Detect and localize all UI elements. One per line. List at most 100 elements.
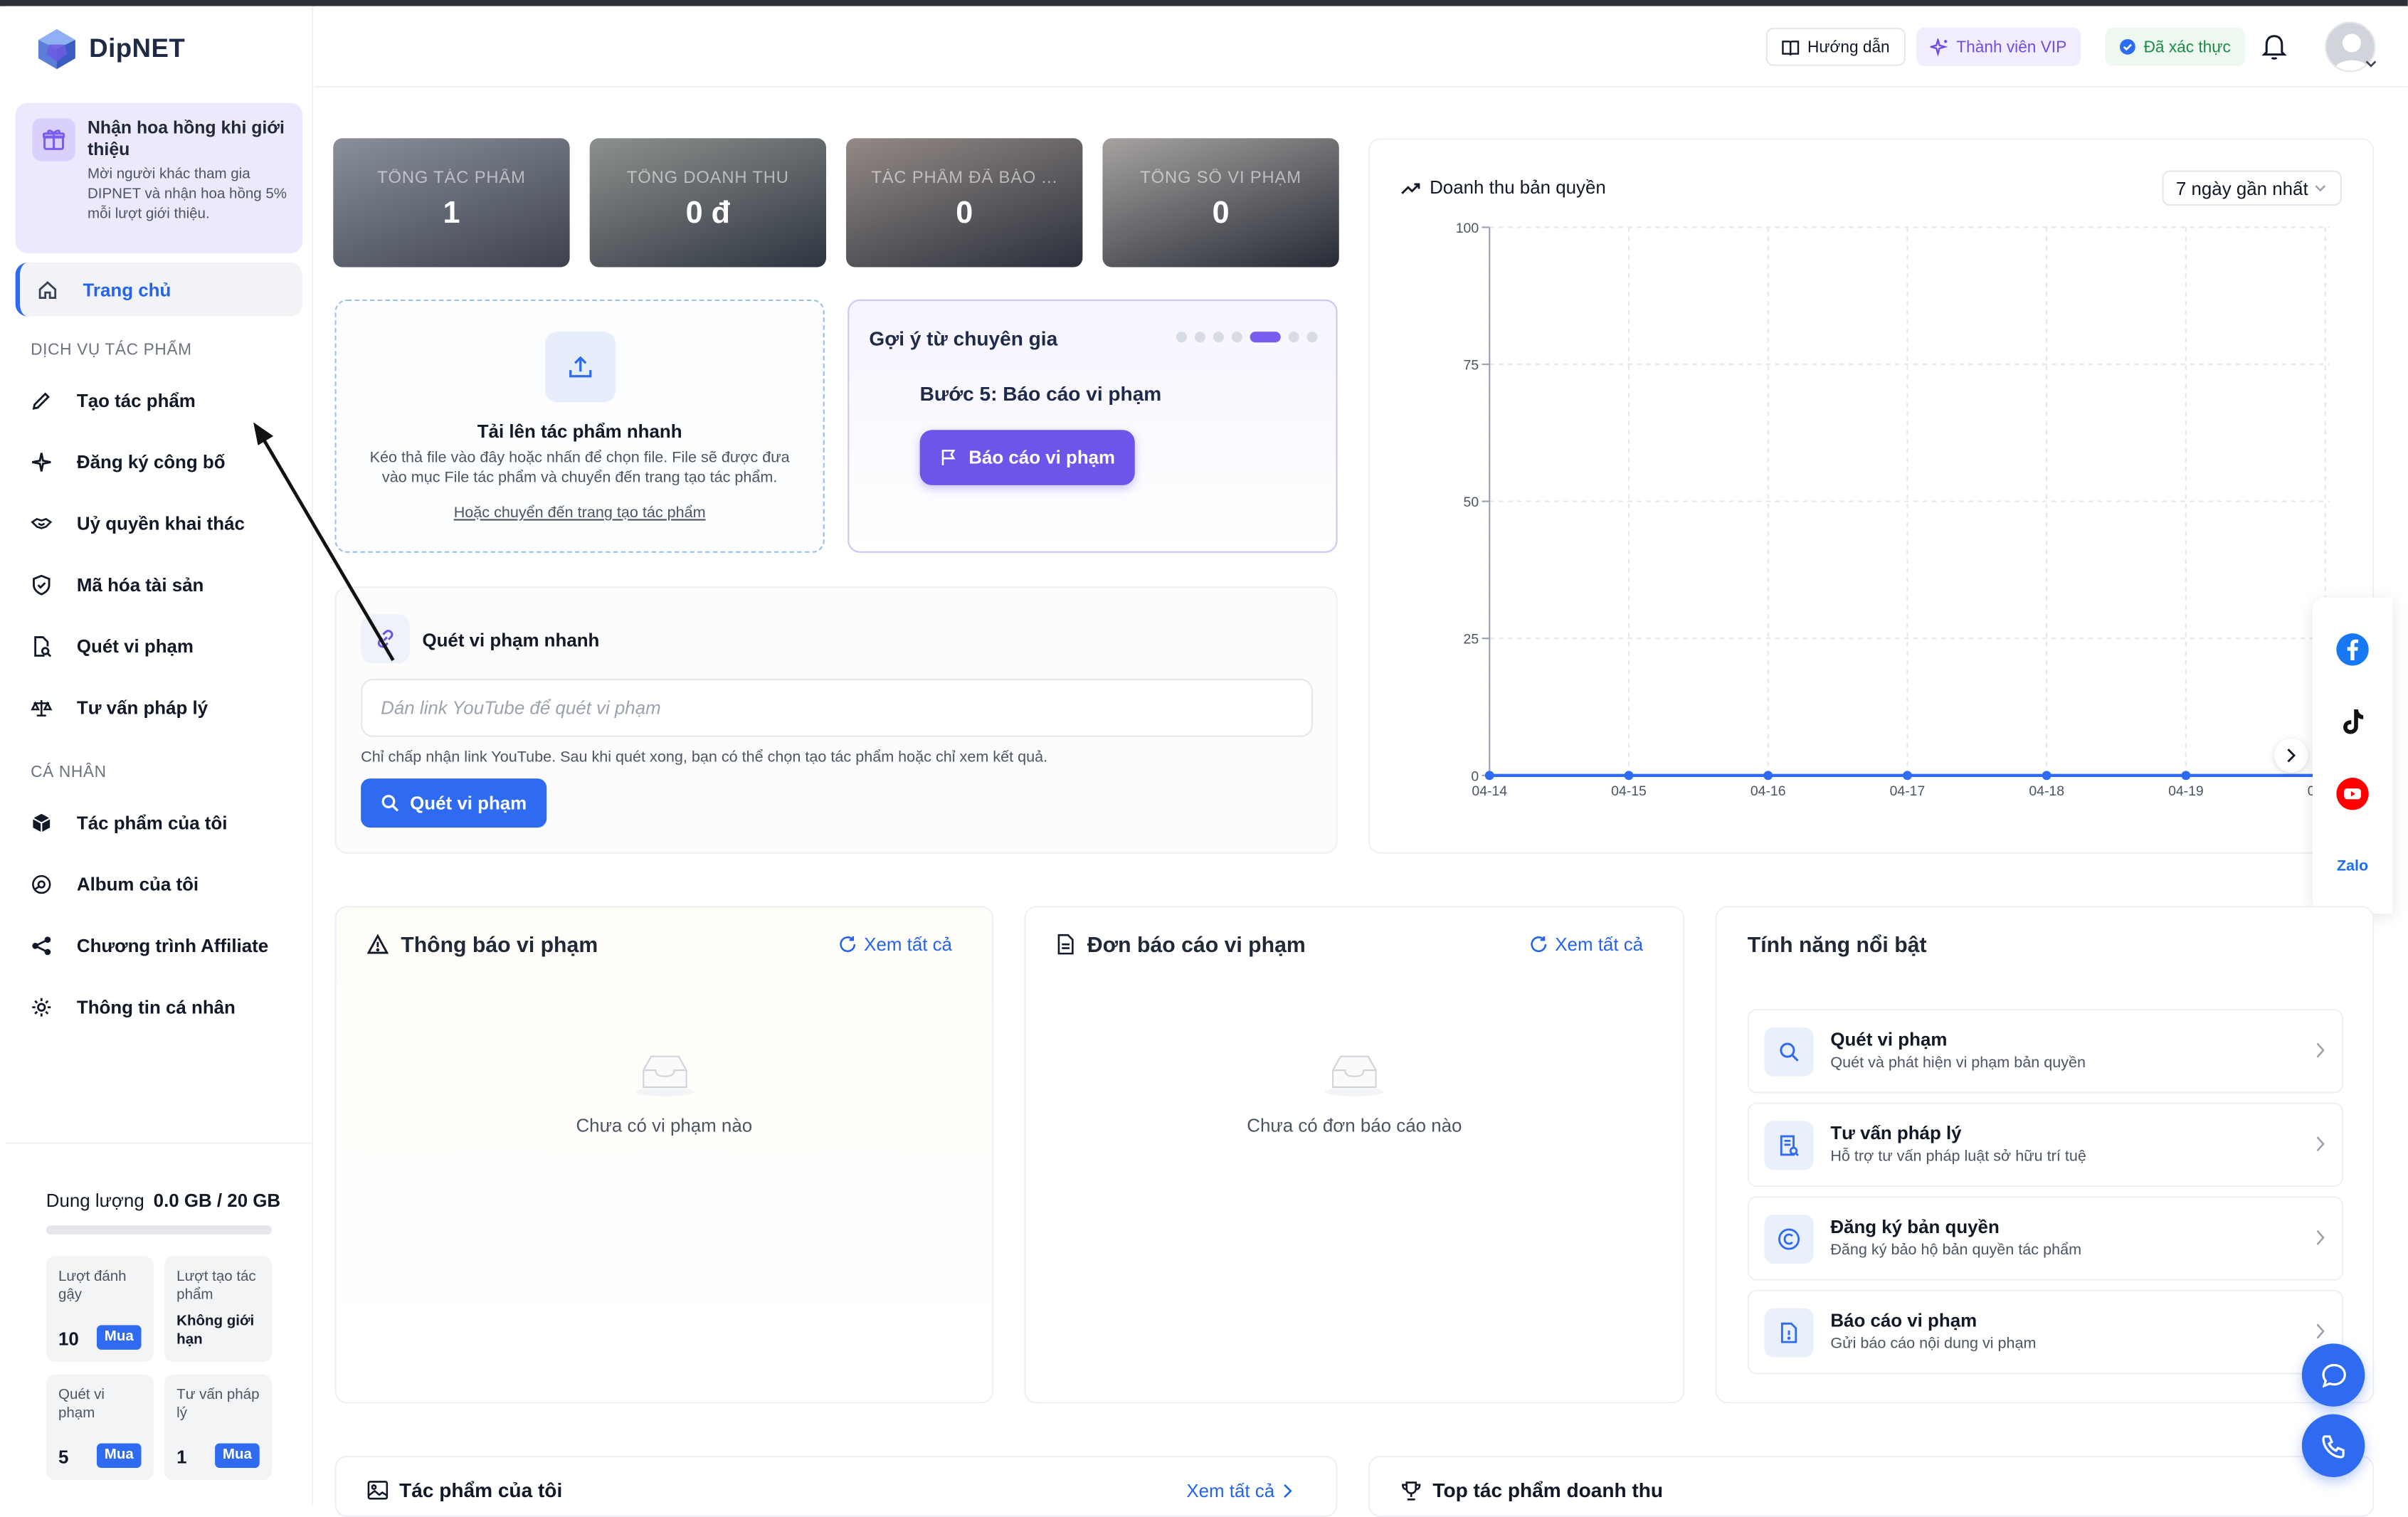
image-icon <box>367 1481 389 1500</box>
logo[interactable]: DipNET <box>37 28 185 70</box>
chart-next-button[interactable] <box>2274 738 2308 773</box>
stat-value: 0 <box>1212 196 1230 231</box>
verified-badge[interactable]: Đã xác thực <box>2105 27 2245 66</box>
my-works-view-all-link[interactable]: Xem tất cả <box>1186 1480 1293 1502</box>
expert-title: Gợi ý từ chuyên gia <box>869 327 1058 351</box>
search-icon <box>1764 1027 1814 1077</box>
revenue-line-chart: 0 25 50 75 100 04-14 04-15 04-16 04-17 04-18 04-19… <box>1456 221 2343 799</box>
feature-copyright-registration[interactable]: Đăng ký bản quyền Đăng ký bảo hộ bản quy… <box>1747 1196 2344 1281</box>
x-tick-label: 04-19 <box>2168 783 2204 799</box>
guide-label: Hướng dẫn <box>1807 37 1890 56</box>
stat-label: TỔNG TÁC PHẨM <box>377 169 526 188</box>
sidebar-item-scan-violation[interactable]: Quét vi phạm <box>31 625 292 667</box>
guide-button[interactable]: Hướng dẫn <box>1765 27 1906 66</box>
sidebar-item-home[interactable]: Trang chủ <box>15 263 303 317</box>
my-works-title: Tác phẩm của tôi <box>367 1479 562 1502</box>
expert-tips-card: Gợi ý từ chuyên gia Bước 5: Báo cáo vi p… <box>847 299 1338 553</box>
feature-title: Quét vi phạm <box>1830 1028 1948 1051</box>
violations-title: Thông báo vi phạm <box>366 932 598 956</box>
sidebar-item-my-album[interactable]: Album của tôi <box>31 863 292 906</box>
step-dot[interactable] <box>1288 332 1299 343</box>
chat-bubble-icon <box>2321 1363 2345 1388</box>
reports-empty-text: Chưa có đơn báo cáo nào <box>1247 1114 1462 1136</box>
feature-report-violation[interactable]: Báo cáo vi phạm Gửi báo cáo nội dung vi … <box>1747 1289 2344 1375</box>
sidebar-item-label: Trang chủ <box>83 278 171 300</box>
report-violation-label: Báo cáo vi phạm <box>968 446 1116 469</box>
referral-promo[interactable]: Nhận hoa hồng khi giới thiệu Mời người k… <box>15 102 303 254</box>
vip-member-button[interactable]: Thành viên VIP <box>1916 27 2081 66</box>
gear-icon <box>32 998 51 1017</box>
scan-violation-button[interactable]: Quét vi phạm <box>361 778 547 828</box>
sidebar-item-authorize[interactable]: Uỷ quyền khai thác <box>31 502 292 545</box>
youtube-icon[interactable] <box>2334 776 2371 813</box>
facebook-icon[interactable] <box>2334 631 2371 668</box>
data-point <box>1624 771 1634 781</box>
y-tick-label: 75 <box>1464 358 1479 374</box>
storage-section: Dung lượng 0.0 GB / 20 GB Lượt đánh gậy 1… <box>6 1142 314 1481</box>
stat-value: 1 <box>443 196 460 231</box>
quota-value: Không giới hạn <box>176 1313 255 1348</box>
youtube-link-input[interactable] <box>361 678 1314 737</box>
sidebar-item-label: Quét vi phạm <box>76 635 194 657</box>
view-all-label: Xem tất cả <box>1555 934 1644 956</box>
stat-value: 0 <box>956 196 973 231</box>
sidebar-item-profile[interactable]: Thông tin cá nhân <box>31 985 292 1028</box>
refresh-icon <box>1530 936 1546 953</box>
chat-button[interactable] <box>2301 1343 2365 1407</box>
violations-view-all-link[interactable]: Xem tất cả <box>838 934 952 955</box>
go-to-create-work-link[interactable]: Hoặc chuyển đến trang tạo tác phẩm <box>337 505 823 522</box>
feature-legal-advice[interactable]: Tư vấn pháp lý Hỗ trợ tư vấn pháp luật s… <box>1747 1102 2344 1188</box>
link-icon <box>361 614 411 664</box>
gift-icon <box>32 118 75 162</box>
upload-icon <box>545 332 616 403</box>
buy-scan-button[interactable]: Mua <box>96 1443 142 1469</box>
sidebar-item-label: Mã hóa tài sản <box>76 574 204 596</box>
data-point <box>1902 771 1912 781</box>
quota-label: Lượt đánh gậy <box>58 1268 127 1304</box>
stat-total-works[interactable]: TỔNG TÁC PHẨM 1 <box>333 138 570 268</box>
tiktok-icon[interactable] <box>2334 703 2371 740</box>
sidebar-item-label: Tư vấn pháp lý <box>76 697 208 719</box>
quota-value: 10 <box>58 1328 79 1350</box>
stat-reported-works[interactable]: TÁC PHẨM ĐÃ BÁO ... 0 <box>846 138 1083 268</box>
sidebar-item-label: Chương trình Affiliate <box>76 935 269 957</box>
sidebar-item-legal-advice[interactable]: Tư vấn pháp lý <box>31 687 292 729</box>
step-dot[interactable] <box>1194 332 1206 343</box>
y-tick-label: 100 <box>1456 221 1479 236</box>
chevron-right-icon <box>2316 1042 2325 1058</box>
bell-icon[interactable] <box>2261 31 2288 69</box>
buy-legal-button[interactable]: Mua <box>215 1443 260 1469</box>
step-dot[interactable] <box>1213 332 1224 343</box>
stat-total-violations[interactable]: TỔNG SỐ VI PHẠM 0 <box>1102 138 1339 268</box>
chevron-down-icon[interactable] <box>2365 60 2377 69</box>
sidebar-item-affiliate[interactable]: Chương trình Affiliate <box>31 924 292 967</box>
trophy-icon <box>1402 1481 1421 1500</box>
sidebar-item-create-work[interactable]: Tạo tác phẩm <box>31 379 292 422</box>
sidebar-item-label: Đăng ký công bố <box>76 451 226 473</box>
call-button[interactable] <box>2301 1414 2365 1477</box>
step-dot[interactable] <box>1306 332 1318 343</box>
home-icon <box>38 280 57 298</box>
step-dot[interactable] <box>1231 332 1242 343</box>
quick-upload-dropzone[interactable]: Tải lên tác phẩm nhanh Kéo thả file vào … <box>334 299 825 553</box>
buy-strikes-button[interactable]: Mua <box>96 1325 142 1350</box>
report-violation-button[interactable]: Báo cáo vi phạm <box>919 430 1135 485</box>
stat-total-revenue[interactable]: TỔNG DOANH THU 0 đ <box>589 138 827 268</box>
document-icon <box>1057 934 1074 955</box>
zalo-icon[interactable]: Zalo <box>2334 847 2371 884</box>
violations-empty-text: Chưa có vi phạm nào <box>576 1114 753 1136</box>
book-icon <box>1782 40 1800 55</box>
step-dot[interactable] <box>1176 332 1188 343</box>
x-tick-label: 04-15 <box>1611 783 1647 799</box>
reports-title-text: Đơn báo cáo vi phạm <box>1087 931 1306 957</box>
sidebar-item-encrypt-asset[interactable]: Mã hóa tài sản <box>31 564 292 606</box>
reports-view-all-link[interactable]: Xem tất cả <box>1529 934 1643 955</box>
quota-label: Lượt tạo tác phẩm <box>176 1268 256 1304</box>
step-dot-active[interactable] <box>1250 332 1281 343</box>
y-tick-label: 50 <box>1464 495 1479 510</box>
violation-notices-panel: Thông báo vi phạm Xem tất cả Chưa có vi … <box>334 906 994 1404</box>
sidebar-item-my-works[interactable]: Tác phẩm của tôi <box>31 801 292 844</box>
feature-scan-violation[interactable]: Quét vi phạm Quét và phát hiện vi phạm b… <box>1747 1008 2344 1094</box>
sidebar-item-register[interactable]: Đăng ký công bố <box>31 440 292 483</box>
logo-icon <box>38 29 75 70</box>
